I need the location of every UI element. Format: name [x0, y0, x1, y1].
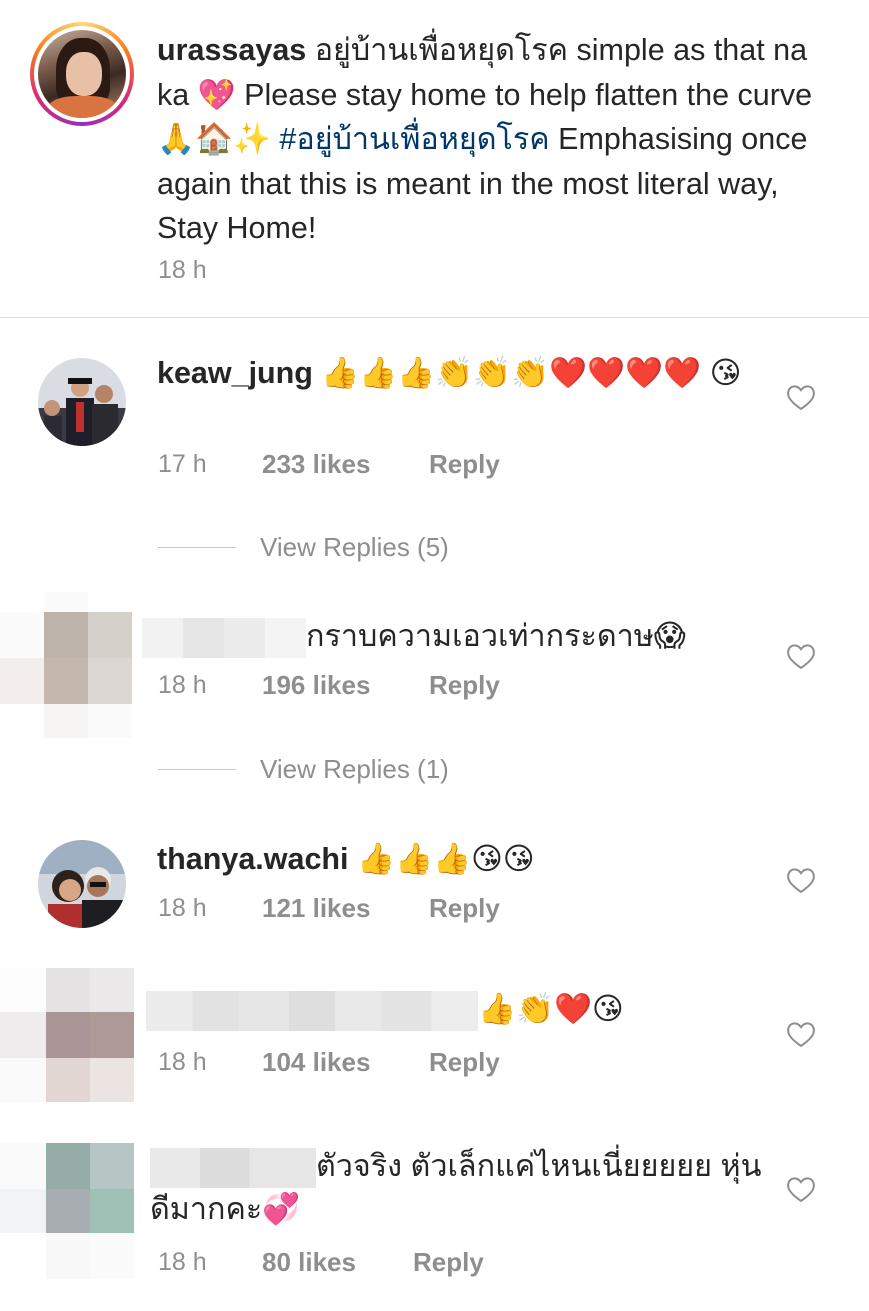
- divider-line: [158, 547, 236, 548]
- view-replies-button[interactable]: View Replies (1): [158, 754, 558, 784]
- view-replies-label: View Replies (5): [260, 532, 449, 562]
- comment-text: 👍👏❤️😘: [146, 988, 786, 1031]
- comment-item: กราบความเอวเท่ากระดาษ😱 18 h 196 likes Re…: [0, 592, 869, 792]
- comment-timestamp: 18 h: [158, 1048, 207, 1076]
- heart-outline-icon[interactable]: [786, 642, 816, 670]
- caption-text: urassayas อยู่บ้านเพื่อหยุดโรค simple as…: [157, 28, 817, 251]
- comment-likes[interactable]: 80 likes: [262, 1247, 356, 1278]
- commenter-avatar[interactable]: [38, 358, 126, 446]
- heart-outline-icon[interactable]: [786, 1020, 816, 1048]
- comment-timestamp: 18 h: [158, 1248, 207, 1276]
- comment-timestamp: 18 h: [158, 671, 207, 699]
- caption-timestamp: 18 h: [158, 256, 207, 284]
- comment-text: กราบความเอวเท่ากระดาษ😱: [142, 615, 782, 658]
- comment-text: thanya.wachi 👍👍👍😘😘: [157, 838, 767, 881]
- caption-text-part: Please stay home to help flatten the cur…: [235, 77, 813, 112]
- emoji-group: 🙏🏠✨: [157, 122, 271, 156]
- comment-likes[interactable]: 196 likes: [262, 670, 370, 701]
- heart-outline-icon[interactable]: [786, 866, 816, 894]
- comment-likes[interactable]: 233 likes: [262, 449, 370, 480]
- heart-outline-icon[interactable]: [786, 383, 816, 411]
- blurred-avatar[interactable]: [0, 592, 132, 738]
- comment-username[interactable]: keaw_jung: [157, 356, 313, 390]
- comment-content: กราบความเอวเท่ากระดาษ😱: [306, 619, 686, 653]
- view-replies-button[interactable]: View Replies (5): [158, 532, 558, 562]
- author-avatar[interactable]: [30, 22, 134, 126]
- caption-username[interactable]: urassayas: [157, 33, 306, 67]
- reply-button[interactable]: Reply: [429, 1047, 500, 1078]
- comment-likes[interactable]: 104 likes: [262, 1047, 370, 1078]
- comment-content: 👍👍👍👏👏👏❤️❤️❤️❤️ 😘: [312, 356, 742, 390]
- comment-likes[interactable]: 121 likes: [262, 893, 370, 924]
- comment-text: ตัวจริง ตัวเล็กแค่ไหนเนี่ยยยยย หุ่นดีมาก…: [150, 1145, 780, 1231]
- reply-button[interactable]: Reply: [429, 670, 500, 701]
- post-caption: urassayas อยู่บ้านเพื่อหยุดโรค simple as…: [0, 0, 869, 318]
- heart-outline-icon[interactable]: [786, 1175, 816, 1203]
- view-replies-label: View Replies (1): [260, 754, 449, 784]
- comment-username[interactable]: thanya.wachi: [157, 842, 349, 876]
- comment-item: 👍👏❤️😘 18 h 104 likes Reply: [0, 968, 869, 1108]
- comment-timestamp: 17 h: [158, 450, 207, 478]
- comment-content: 👍👍👍😘😘: [348, 842, 535, 876]
- divider-line: [158, 769, 236, 770]
- reply-button[interactable]: Reply: [429, 893, 500, 924]
- comment-item: thanya.wachi 👍👍👍😘😘 18 h 121 likes Reply: [0, 826, 869, 946]
- blurred-username[interactable]: [150, 1147, 316, 1188]
- sparkling-heart-emoji: 💖: [197, 77, 236, 112]
- blurred-avatar[interactable]: [0, 1143, 134, 1279]
- comment-timestamp: 18 h: [158, 894, 207, 922]
- comment-text: keaw_jung 👍👍👍👏👏👏❤️❤️❤️❤️ 😘: [157, 352, 767, 395]
- comment-content: 👍👏❤️😘: [478, 992, 624, 1026]
- blurred-username[interactable]: [146, 990, 478, 1031]
- comment-item: keaw_jung 👍👍👍👏👏👏❤️❤️❤️❤️ 😘 17 h 233 like…: [0, 340, 869, 570]
- hashtag-link[interactable]: #อยู่บ้านเพื่อหยุดโรค: [271, 122, 549, 156]
- reply-button[interactable]: Reply: [429, 449, 500, 480]
- blurred-username[interactable]: [142, 617, 306, 658]
- commenter-avatar[interactable]: [38, 840, 126, 928]
- comment-item: ตัวจริง ตัวเล็กแค่ไหนเนี่ยยยยย หุ่นดีมาก…: [0, 1143, 869, 1303]
- reply-button[interactable]: Reply: [413, 1247, 484, 1278]
- blurred-avatar[interactable]: [0, 968, 134, 1102]
